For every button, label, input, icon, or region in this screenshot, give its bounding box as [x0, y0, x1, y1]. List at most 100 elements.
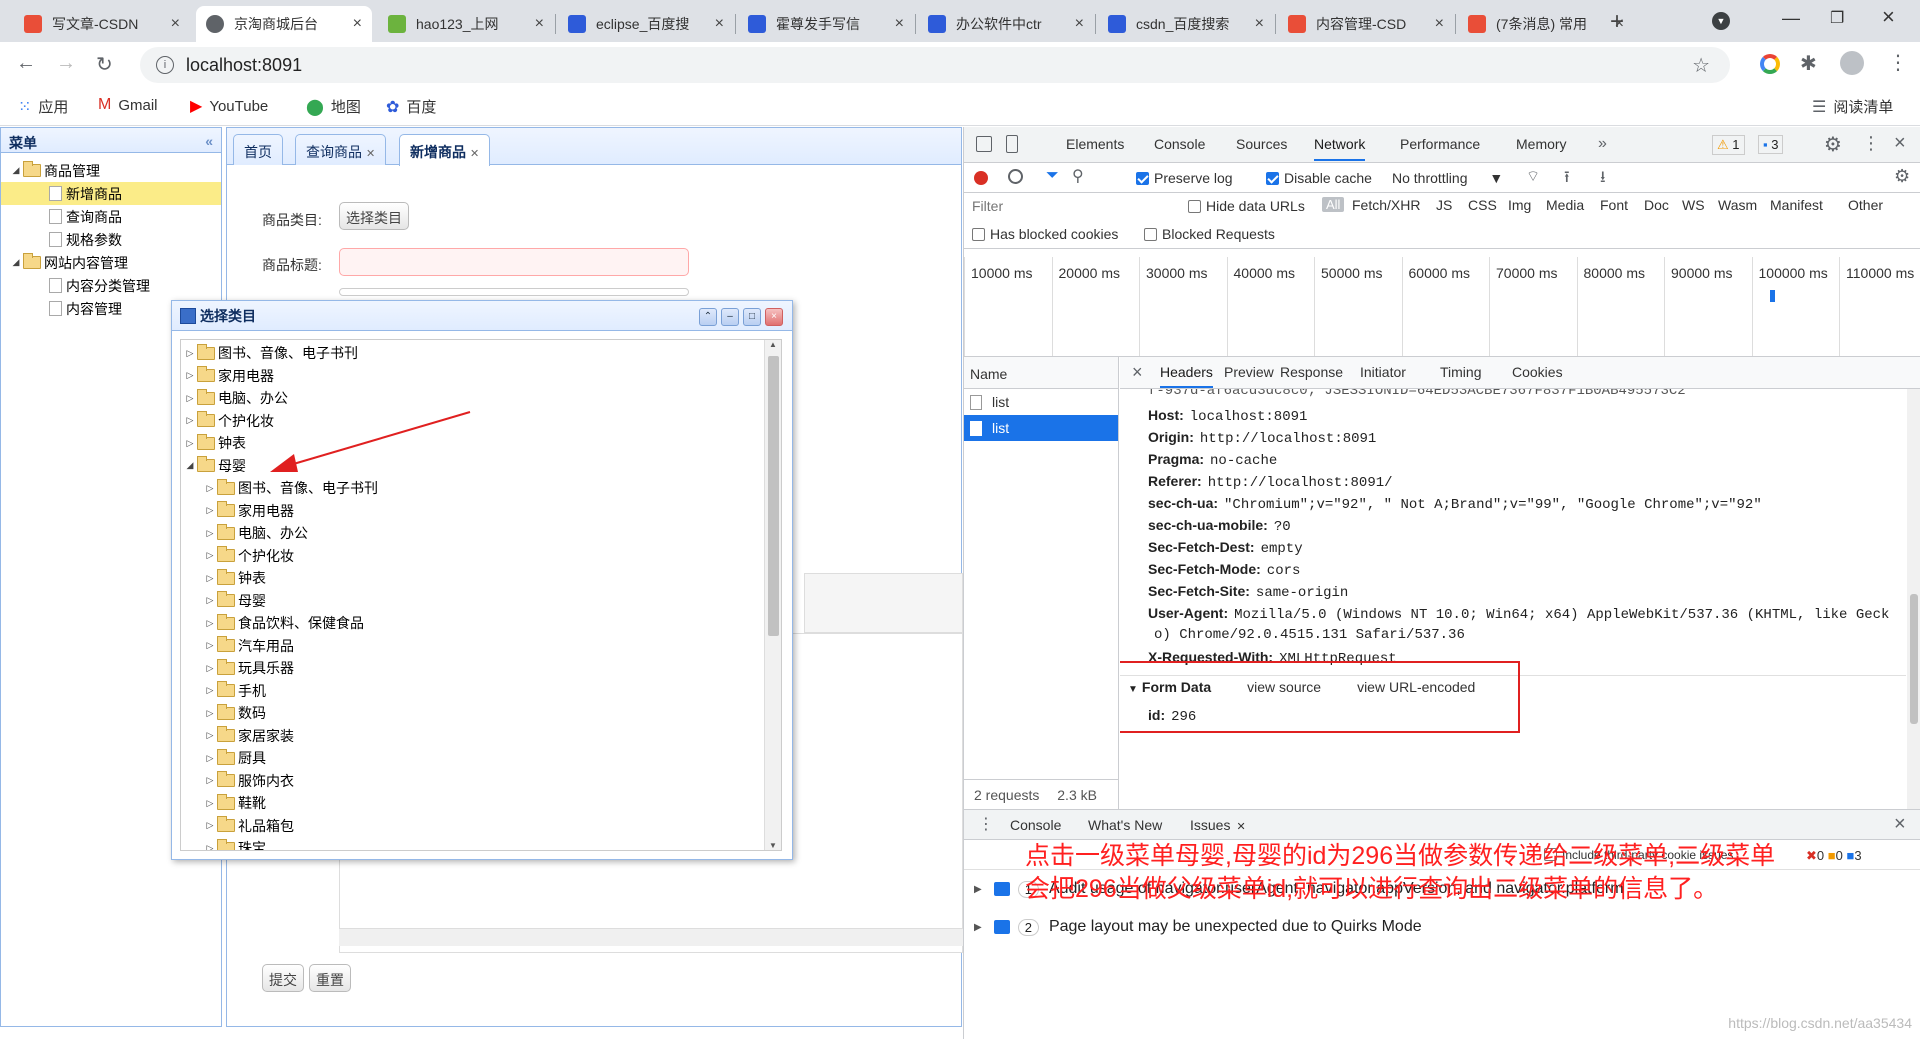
scroll-up-icon[interactable]: ▲: [765, 340, 781, 349]
expand-arrow-icon[interactable]: ▷: [203, 753, 217, 764]
scroll-down-icon[interactable]: ▼: [765, 841, 781, 850]
type-filter-manifest[interactable]: Manifest: [1770, 197, 1823, 213]
clear-icon[interactable]: [1008, 169, 1023, 184]
category-child-node[interactable]: ▷ 电脑、办公: [181, 522, 781, 545]
menu-item[interactable]: 查询商品: [1, 205, 221, 228]
minimize-icon[interactable]: –: [721, 308, 739, 326]
has-blocked-cookies-checkbox[interactable]: Has blocked cookies: [972, 226, 1118, 242]
expand-arrow-icon[interactable]: ▷: [203, 618, 217, 629]
maximize-icon[interactable]: □: [743, 308, 761, 326]
reading-list[interactable]: ☰ 阅读清单: [1812, 96, 1893, 117]
category-child-node[interactable]: ▷ 手机: [181, 680, 781, 703]
expand-arrow-icon[interactable]: ▷: [203, 640, 217, 651]
browser-tab[interactable]: 办公软件中ctr ×: [918, 6, 1094, 42]
collapse-triangle-icon[interactable]: ▼: [1128, 684, 1138, 695]
category-child-node[interactable]: ▷ 礼品箱包: [181, 815, 781, 838]
extensions-icon[interactable]: ✱: [1800, 51, 1817, 76]
hide-data-urls-checkbox[interactable]: Hide data URLs: [1188, 198, 1305, 214]
drawer-tab-issues[interactable]: Issues ✕: [1190, 817, 1246, 833]
editor-resize-bar[interactable]: [339, 928, 963, 946]
browser-tab[interactable]: hao123_上网 ×: [378, 6, 554, 42]
network-conditions-icon[interactable]: ⌔: [1526, 167, 1540, 186]
type-filter-media[interactable]: Media: [1546, 197, 1584, 213]
content-tab[interactable]: 查询商品 ✕: [295, 134, 387, 165]
category-child-node[interactable]: ▷ 厨具: [181, 747, 781, 770]
close-tab-icon[interactable]: ×: [895, 15, 904, 33]
view-source-link[interactable]: view source: [1247, 679, 1321, 695]
type-filter-wasm[interactable]: Wasm: [1718, 197, 1757, 213]
reset-button[interactable]: 重置: [309, 964, 351, 992]
detail-tab-preview[interactable]: Preview: [1224, 364, 1274, 386]
scroll-thumb[interactable]: [768, 356, 779, 636]
view-url-encoded-link[interactable]: view URL-encoded: [1357, 679, 1475, 695]
inspect-icon[interactable]: [976, 136, 992, 152]
expand-arrow-icon[interactable]: ▷: [183, 348, 197, 359]
devtools-tab-elements[interactable]: Elements: [1066, 136, 1124, 159]
category-child-node[interactable]: ▷ 数码: [181, 702, 781, 725]
preserve-log-checkbox[interactable]: Preserve log: [1136, 170, 1233, 186]
close-tab-icon[interactable]: ✕: [1236, 821, 1245, 833]
type-filter-img[interactable]: Img: [1508, 197, 1531, 213]
back-icon[interactable]: ←: [16, 52, 36, 75]
kebab-menu-icon[interactable]: ⋮: [1888, 50, 1908, 75]
category-child-node[interactable]: ▷ 服饰内衣: [181, 770, 781, 793]
content-tab[interactable]: 新增商品 ✕: [399, 134, 491, 166]
type-filter-doc[interactable]: Doc: [1644, 197, 1669, 213]
expand-arrow-icon[interactable]: ▷: [203, 573, 217, 584]
expand-arrow-icon[interactable]: ▷: [203, 595, 217, 606]
browser-tab[interactable]: 霍尊发手写信 ×: [738, 6, 914, 42]
bookmark-baidu[interactable]: ✿ 百度: [386, 96, 436, 117]
disable-cache-checkbox[interactable]: Disable cache: [1266, 170, 1372, 186]
browser-tab[interactable]: csdn_百度搜索 ×: [1098, 6, 1274, 42]
bookmark-star-icon[interactable]: ☆: [1692, 53, 1710, 78]
category-child-node[interactable]: ▷ 个护化妆: [181, 545, 781, 568]
expand-arrow-icon[interactable]: ▷: [203, 798, 217, 809]
detail-scrollbar[interactable]: [1907, 389, 1920, 809]
category-child-node[interactable]: ▷ 家用电器: [181, 500, 781, 523]
expand-arrow-icon[interactable]: ▷: [203, 730, 217, 741]
browser-tab[interactable]: eclipse_百度搜 ×: [558, 6, 734, 42]
detail-tab-initiator[interactable]: Initiator: [1360, 364, 1406, 386]
expand-arrow-icon[interactable]: ▷: [203, 685, 217, 696]
expand-arrow-icon[interactable]: ▷: [183, 438, 197, 449]
detail-scroll-thumb[interactable]: [1910, 594, 1918, 724]
request-row[interactable]: list: [964, 415, 1118, 441]
messages-badge[interactable]: ▪ 3: [1758, 135, 1784, 154]
close-devtools-icon[interactable]: ×: [1894, 132, 1906, 155]
type-filter-other[interactable]: Other: [1848, 197, 1883, 213]
filter-funnel-icon[interactable]: ⏷: [1046, 167, 1059, 185]
menu-item[interactable]: 规格参数: [1, 228, 221, 251]
expand-arrow-icon[interactable]: ▷: [203, 528, 217, 539]
bookmark-youtube[interactable]: ▶ YouTube: [190, 96, 268, 116]
search-icon[interactable]: ⚲: [1072, 166, 1084, 186]
close-tab-icon[interactable]: ×: [1435, 15, 1444, 33]
expand-arrow-icon[interactable]: ▷: [203, 505, 217, 516]
close-window-icon[interactable]: ×: [1882, 4, 1895, 30]
detail-tab-cookies[interactable]: Cookies: [1512, 364, 1563, 386]
next-input[interactable]: [339, 288, 689, 296]
devtools-menu-icon[interactable]: ⋮: [1862, 133, 1880, 154]
category-child-node[interactable]: ▷ 图书、音像、电子书刊: [181, 477, 781, 500]
menu-group[interactable]: ◢ 商品管理: [1, 159, 221, 182]
content-tab[interactable]: 首页: [233, 134, 283, 165]
bookmark-gmail[interactable]: M Gmail: [98, 96, 158, 114]
category-node[interactable]: ▷ 家用电器: [181, 365, 781, 388]
category-node[interactable]: ▷ 图书、音像、电子书刊: [181, 342, 781, 365]
more-tabs-icon[interactable]: »: [1598, 135, 1607, 153]
expand-arrow-icon[interactable]: ◢: [9, 257, 23, 268]
expand-arrow-icon[interactable]: ▷: [203, 708, 217, 719]
category-child-node[interactable]: ▷ 钟表: [181, 567, 781, 590]
category-child-node[interactable]: ▷ 珠宝: [181, 837, 781, 850]
devtools-tab-console[interactable]: Console: [1154, 136, 1205, 159]
detail-tab-headers[interactable]: Headers: [1160, 364, 1213, 388]
collapse-arrow-icon[interactable]: ◢: [183, 460, 197, 471]
collapse-icon[interactable]: ⌃: [699, 308, 717, 326]
network-settings-icon[interactable]: ⚙: [1894, 166, 1910, 187]
close-tab-icon[interactable]: ×: [1075, 15, 1084, 33]
close-tab-icon[interactable]: ×: [1255, 15, 1264, 33]
menu-item[interactable]: 新增商品: [1, 182, 221, 205]
chrome-extension-icon[interactable]: [1760, 54, 1780, 74]
expand-arrow-icon[interactable]: ▷: [183, 393, 197, 404]
export-har-icon[interactable]: ⭳: [1600, 166, 1606, 193]
devtools-tab-performance[interactable]: Performance: [1400, 136, 1480, 159]
